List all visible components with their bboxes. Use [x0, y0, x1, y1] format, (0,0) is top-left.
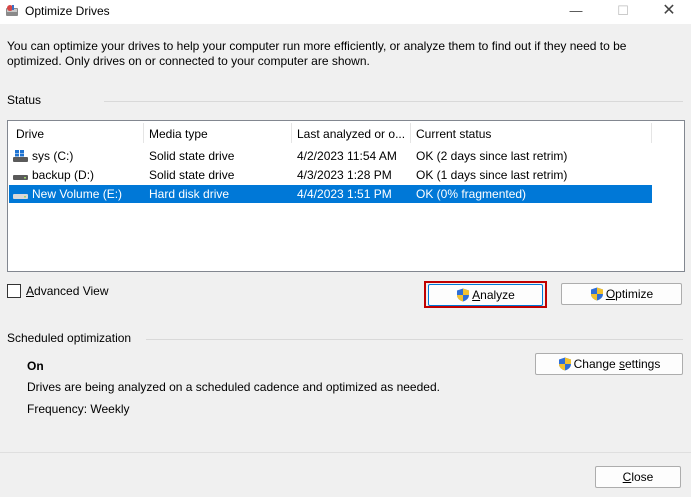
drive-icon [13, 194, 28, 199]
schedule-description: Drives are being analyzed on a scheduled… [27, 380, 440, 394]
media-type: Solid state drive [149, 149, 235, 163]
description-text: You can optimize your drives to help you… [7, 39, 627, 68]
drive-list[interactable]: Drive Media type Last analyzed or o... C… [7, 120, 685, 272]
table-row[interactable]: sys (C:) Solid state drive 4/2/2023 11:5… [9, 147, 652, 165]
advanced-view-label[interactable]: Advanced View [26, 284, 109, 298]
drive-icon [13, 175, 28, 180]
drive-name: sys (C:) [32, 149, 74, 163]
last-analyzed: 4/4/2023 1:51 PM [297, 187, 392, 201]
close-button[interactable]: Close [595, 466, 681, 488]
table-row[interactable]: backup (D:) Solid state drive 4/3/2023 1… [9, 166, 652, 184]
title-bar: Optimize Drives — ☐ ✕ [0, 0, 691, 24]
current-status: OK (1 days since last retrim) [416, 168, 568, 182]
close-window-button[interactable]: ✕ [646, 0, 691, 24]
status-section-label: Status [7, 93, 42, 107]
column-header-current-status[interactable]: Current status [416, 127, 491, 141]
optimize-button[interactable]: Optimize [561, 283, 682, 305]
table-row-selected[interactable]: New Volume (E:) Hard disk drive 4/4/2023… [9, 185, 652, 203]
change-settings-button[interactable]: Change settings [535, 353, 683, 375]
current-status: OK (2 days since last retrim) [416, 149, 568, 163]
last-analyzed: 4/3/2023 1:28 PM [297, 168, 392, 182]
last-analyzed: 4/2/2023 11:54 AM [297, 149, 397, 163]
column-divider[interactable] [651, 123, 652, 143]
status-separator [104, 101, 683, 102]
drive-name: backup (D:) [32, 168, 95, 182]
drive-list-header: Drive Media type Last analyzed or o... C… [8, 121, 684, 145]
schedule-state: On [27, 359, 44, 373]
column-header-last-analyzed[interactable]: Last analyzed or o... [297, 127, 405, 141]
advanced-view-checkbox[interactable] [7, 284, 21, 298]
maximize-button[interactable]: ☐ [600, 0, 646, 24]
uac-shield-icon [558, 357, 571, 371]
drive-name: New Volume (E:) [32, 187, 123, 201]
column-divider[interactable] [410, 123, 411, 143]
system-drive-icon [13, 150, 28, 162]
schedule-frequency: Frequency: Weekly [27, 402, 130, 416]
uac-shield-icon [590, 287, 603, 301]
dialog-footer: Close [0, 452, 691, 497]
column-divider[interactable] [143, 123, 144, 143]
minimize-button[interactable]: — [553, 0, 599, 24]
media-type: Solid state drive [149, 168, 235, 182]
optimize-drives-app-icon [6, 5, 18, 16]
current-status: OK (0% fragmented) [416, 187, 527, 201]
window-title: Optimize Drives [25, 4, 110, 18]
analyze-highlight-box [424, 281, 547, 308]
column-header-media-type[interactable]: Media type [149, 127, 208, 141]
column-header-drive[interactable]: Drive [16, 127, 44, 141]
column-divider[interactable] [291, 123, 292, 143]
media-type: Hard disk drive [149, 187, 230, 201]
schedule-separator [146, 339, 683, 340]
scheduled-optimization-label: Scheduled optimization [7, 331, 132, 345]
